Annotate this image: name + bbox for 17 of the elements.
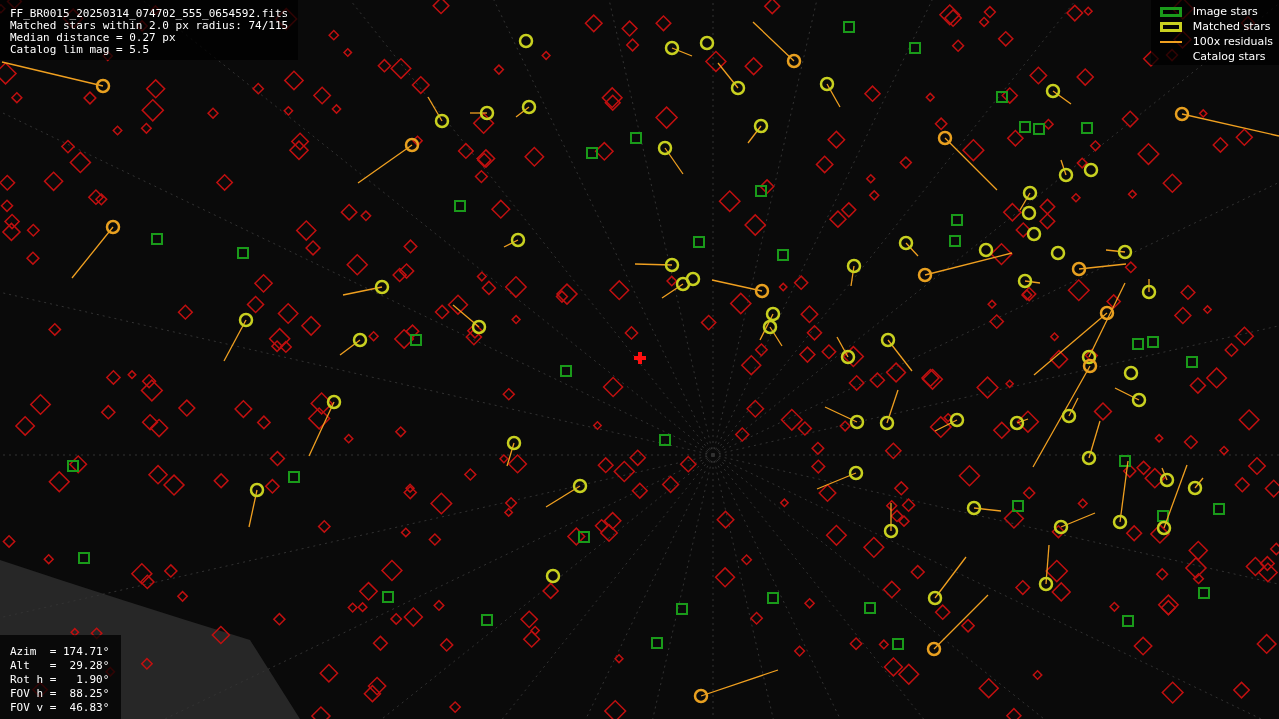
pointing-line: Azim = 174.71°: [10, 645, 110, 659]
legend-label: 100x residuals: [1192, 35, 1273, 48]
pointing-line: Alt = 29.28°: [10, 659, 110, 673]
info-line: Catalog lim mag = 5.5: [10, 44, 151, 56]
box-swatch: [1159, 6, 1182, 17]
pointing-line: Rot h = 1.90°: [10, 673, 110, 687]
info-line: Matched stars within 2.0 px radius: 74/115: [10, 20, 289, 32]
pointing-line: FOV h = 88.25°: [10, 687, 110, 701]
legend-label: Image stars: [1192, 5, 1259, 18]
legend-label: Matched stars: [1192, 20, 1272, 33]
crosshair-icon: [634, 352, 646, 364]
line-swatch: [1159, 40, 1182, 43]
info-line: FF_BR0015_20250314_074702_555_0654592.fits: [10, 8, 289, 20]
info-line: Median distance = 0.27 px: [10, 32, 177, 44]
pointing-line: FOV v = 46.83°: [10, 701, 110, 715]
box-swatch: [1159, 21, 1182, 32]
legend-label: Catalog stars: [1192, 50, 1267, 63]
